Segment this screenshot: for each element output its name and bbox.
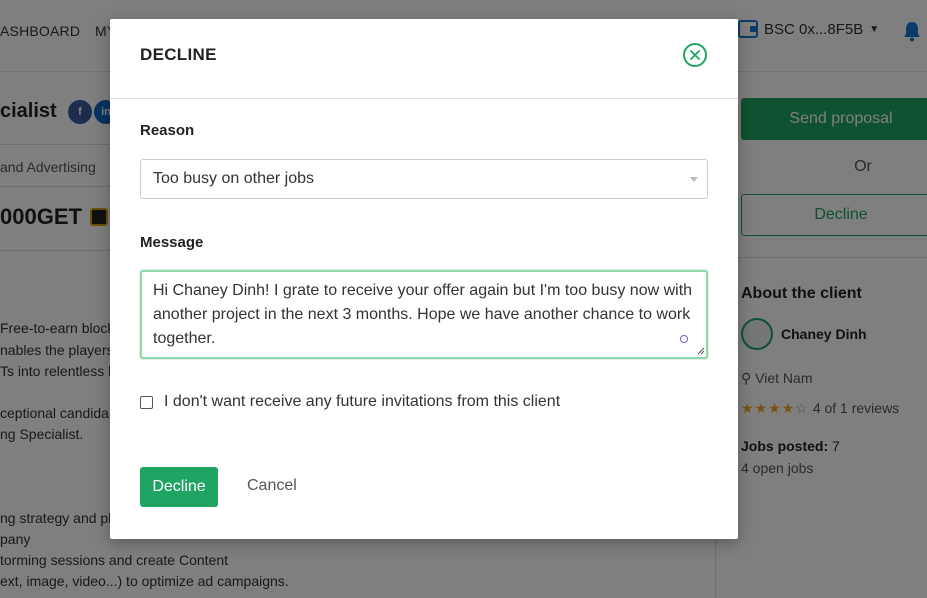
close-button[interactable] <box>683 43 707 67</box>
no-invitations-checkbox[interactable] <box>140 395 153 409</box>
reason-select[interactable]: Too busy on other jobs <box>140 159 708 199</box>
cancel-button[interactable]: Cancel <box>247 477 297 495</box>
reason-label: Reason <box>140 122 195 139</box>
close-icon <box>690 50 700 60</box>
grammar-check-icon[interactable] <box>680 335 688 343</box>
message-textarea[interactable]: Hi Chaney Dinh! I grate to receive your … <box>140 270 708 359</box>
chevron-down-icon <box>690 177 698 182</box>
decline-modal: DECLINE Reason Too busy on other jobs Me… <box>110 19 738 539</box>
decline-button[interactable]: Decline <box>140 467 218 507</box>
no-invitations-option[interactable]: I don't want receive any future invitati… <box>140 393 560 411</box>
modal-title: DECLINE <box>140 45 217 64</box>
modal-header: DECLINE <box>110 19 738 99</box>
message-label: Message <box>140 234 204 251</box>
no-invitations-label[interactable]: I don't want receive any future invitati… <box>164 393 560 411</box>
reason-value: Too busy on other jobs <box>153 170 314 187</box>
resize-handle-icon[interactable] <box>697 347 705 355</box>
